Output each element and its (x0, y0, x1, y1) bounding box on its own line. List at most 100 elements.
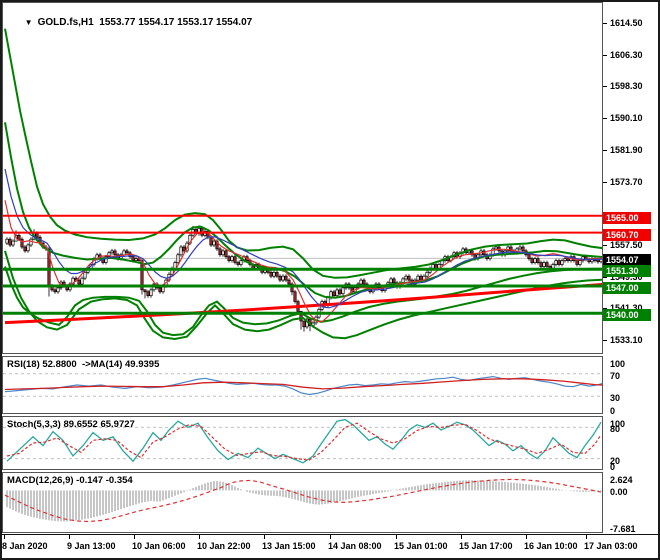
indicator-scale-label: 100 (610, 359, 626, 369)
candle-body (179, 246, 183, 256)
candle-body (173, 262, 177, 269)
bollinger-upper-green (4, 28, 602, 279)
candle-body (563, 258, 567, 261)
indicator-scale-label: 80 (610, 424, 621, 434)
price-axis-tick (603, 182, 607, 183)
time-tick-label: 16 Jan 10:00 (524, 541, 578, 551)
indicator-scale-label: 0.00 (610, 487, 628, 497)
candle-body (209, 236, 213, 246)
candle-body (404, 275, 408, 280)
main-chart-canvas[interactable] (3, 3, 602, 353)
stochastic-indicator-label: Stoch(5,3,3) 89.6552 65.9727 (7, 419, 135, 430)
candle-body (227, 256, 231, 261)
price-axis-tick (603, 150, 607, 151)
candle-body (158, 287, 162, 293)
time-axis-tick (330, 535, 331, 539)
candle-body (542, 262, 546, 267)
rsi-indicator-label: RSI(18) 52.8800 ->MA(14) 49.9395 (7, 359, 160, 370)
level-price-badge: 1565.00 (603, 212, 651, 224)
ma-green-mid (4, 122, 602, 299)
indicator-scale-label: -7.681 (610, 524, 636, 534)
price-axis-tick (603, 23, 607, 24)
price-tick-label: 1598.30 (610, 81, 643, 91)
ma200-red (4, 282, 602, 325)
candle-body (233, 256, 237, 263)
candle-body (281, 275, 285, 281)
candle-body (392, 278, 396, 284)
candle-body (224, 250, 228, 258)
candle-body (272, 271, 276, 277)
candle-body (560, 260, 564, 265)
candle-body (518, 246, 522, 250)
candle-body (545, 262, 549, 267)
macd-histogram (6, 480, 602, 522)
time-axis-tick (134, 535, 135, 539)
candle-body (230, 256, 234, 261)
time-axis-tick (4, 535, 5, 539)
candle-body (77, 279, 81, 285)
candle-body (83, 271, 87, 279)
candle-body (362, 279, 366, 285)
time-tick-label: 17 Jan 03:00 (584, 541, 638, 551)
candle-body (494, 246, 498, 250)
candle-body (8, 238, 12, 246)
time-axis-tick (199, 535, 200, 539)
candle-body (533, 258, 537, 263)
indicator-scale-label: 2.624 (610, 475, 633, 485)
time-tick-label: 15 Jan 01:00 (394, 541, 448, 551)
candle-body (35, 232, 39, 238)
time-axis[interactable]: 8 Jan 2020 9 Jan 13:00 10 Jan 06:00 10 Jan … (0, 534, 660, 559)
price-axis[interactable]: 1614.50 1606.30 1598.30 1590.10 1581.90 1573.… (603, 2, 658, 534)
candle-body (287, 279, 291, 285)
candle-body (275, 271, 279, 277)
time-axis-tick (396, 535, 397, 539)
time-tick-label: 10 Jan 22:00 (197, 541, 251, 551)
level-price-badge: 1560.70 (603, 229, 651, 241)
candle-body (182, 246, 186, 252)
candle-body (176, 254, 180, 263)
candle-body (332, 291, 336, 297)
rsi-ma-line (4, 378, 602, 391)
price-tick-label: 1606.30 (610, 50, 643, 60)
candle-body (149, 289, 153, 297)
candle-body (131, 256, 135, 261)
time-tick-label: 9 Jan 13:00 (67, 541, 116, 551)
chart-symbol-ohlc-text: GOLD.fs,H1 1553.77 1554.17 1553.17 1554.… (37, 17, 253, 28)
candle-body (53, 289, 57, 293)
chart-title-bar: ▼ GOLD.fs,H1 1553.77 1554.17 1553.17 1554… (8, 6, 253, 39)
candle-body (536, 258, 540, 263)
candle-body (521, 246, 525, 252)
candle-body (389, 278, 393, 284)
price-tick-label: 1557.50 (610, 240, 643, 250)
time-tick-label: 13 Jan 15:00 (262, 541, 316, 551)
price-tick-label: 1581.90 (610, 145, 643, 155)
price-tick-label: 1533.10 (610, 335, 643, 345)
candle-body (23, 246, 27, 252)
price-axis-tick (603, 55, 607, 56)
candle-body (125, 250, 129, 254)
candle-body (284, 275, 288, 281)
level-price-badge: 1551.30 (603, 265, 651, 277)
time-axis-tick (586, 535, 587, 539)
candle-body (566, 258, 570, 261)
candle-body (554, 260, 558, 265)
indicator-scale-label: 0 (610, 462, 616, 472)
indicator-scale-label: 30 (610, 393, 621, 403)
price-axis-tick (603, 245, 607, 246)
candle-body (218, 248, 222, 256)
candle-body (56, 287, 60, 293)
candle-body (278, 275, 282, 281)
price-axis-tick (603, 340, 607, 341)
macd-indicator-label: MACD(12,26,9) -0.147 -0.354 (7, 475, 133, 486)
trading-chart-window: ▼ GOLD.fs,H1 1553.77 1554.17 1553.17 1554… (0, 0, 660, 560)
candle-body (419, 275, 423, 281)
candle-body (530, 258, 534, 263)
candle-body (236, 262, 240, 265)
collapse-arrow-icon[interactable]: ▼ (25, 18, 33, 27)
time-axis-tick (461, 535, 462, 539)
candle-body (557, 260, 561, 265)
candle-body (212, 240, 216, 246)
candle-body (416, 275, 420, 281)
price-tick-label: 1590.10 (610, 113, 643, 123)
level-price-badge: 1540.00 (603, 309, 651, 321)
